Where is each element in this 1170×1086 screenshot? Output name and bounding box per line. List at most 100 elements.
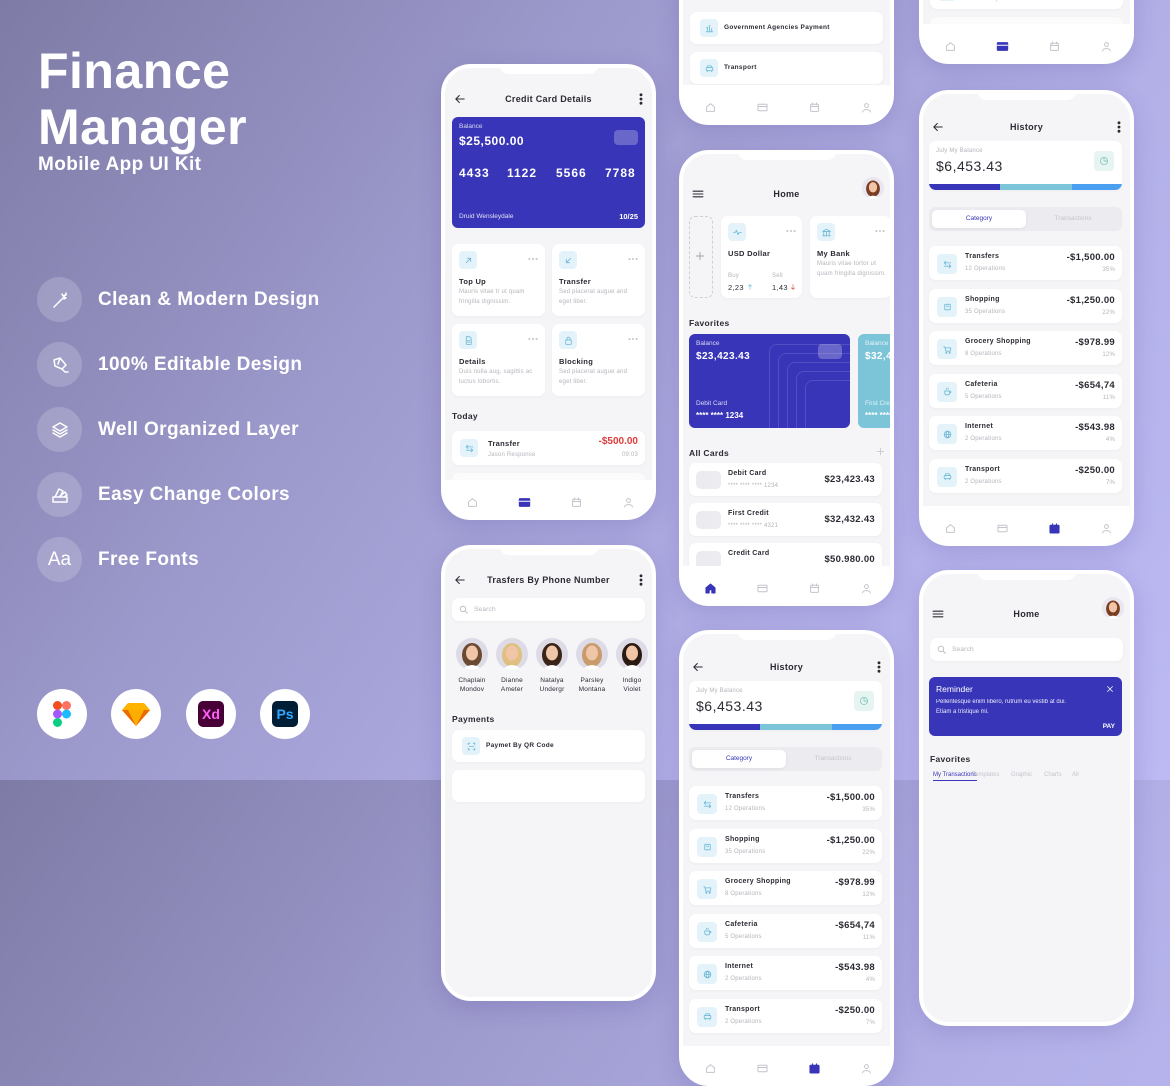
favorites-tab[interactable]: Templates: [972, 772, 999, 778]
category-row[interactable]: Transport 2 Operations -$250.00 7%: [689, 998, 882, 1033]
nav-cards-icon[interactable]: [756, 101, 769, 114]
payment-label: Transport: [724, 64, 757, 71]
tab-transactions[interactable]: Transactions: [1026, 210, 1120, 228]
favorite-card[interactable]: Balance $32,432.43 First Credit **** **** 4…: [858, 334, 890, 428]
transaction-row[interactable]: TransferJason Response-$500.0009:03: [930, 0, 1123, 9]
nav-home-icon[interactable]: [944, 40, 957, 53]
category-row[interactable]: Shopping 35 Operations -$1,250.00 22%: [689, 828, 882, 863]
avatar[interactable]: [456, 638, 488, 670]
more-horizontal-icon[interactable]: [527, 333, 539, 345]
nav-profile-icon[interactable]: [622, 496, 635, 509]
category-row[interactable]: Transfers 12 Operations -$1,500.00 35%: [689, 786, 882, 820]
nav-calendar-icon[interactable]: [1048, 40, 1061, 53]
nav-home-icon[interactable]: [704, 101, 717, 114]
payment-row[interactable]: Government Agencies Payment: [690, 12, 883, 44]
more-options-icon[interactable]: [634, 573, 648, 587]
avatar[interactable]: [1102, 597, 1124, 619]
category-row[interactable]: Transfers 12 Operations -$1,500.00 35%: [929, 246, 1122, 280]
card-row[interactable]: Debit Card **** **** **** 1234 $23,423.43: [689, 463, 882, 496]
contact-item[interactable]: Natalya Undergr: [532, 638, 572, 698]
category-row[interactable]: Internet 2 Operations -$543.98 4%: [689, 956, 882, 990]
avatar[interactable]: [576, 638, 608, 670]
nav-profile-icon[interactable]: [860, 101, 873, 114]
contact-item[interactable]: Indigo Violet: [612, 638, 652, 698]
close-icon[interactable]: [1105, 684, 1115, 694]
nav-calendar-icon[interactable]: [570, 496, 583, 509]
arrow-down-left-icon: [563, 255, 574, 266]
action-tile-blocking[interactable]: Blocking Sed placerat augue and eget libe…: [552, 324, 645, 396]
tab-transactions[interactable]: Transactions: [786, 750, 880, 768]
add-card-icon[interactable]: [875, 446, 886, 457]
more-horizontal-icon[interactable]: [627, 253, 639, 265]
bank-widget[interactable]: My Bank Mauris vitae tortor ut quam fring…: [810, 216, 890, 298]
nav-home-icon[interactable]: [466, 496, 479, 509]
category-row[interactable]: Cafeteria 5 Operations -$654,74 11%: [689, 913, 882, 948]
currency-widget[interactable]: USD Dollar Buy Sell 2,23 1,43: [721, 216, 802, 298]
nav-calendar-icon[interactable]: [808, 582, 821, 595]
action-tile-top-up[interactable]: Top Up Mauris vitae tr ut quam fringilla …: [452, 244, 545, 316]
more-options-icon[interactable]: [872, 660, 886, 674]
more-options-icon[interactable]: [1112, 120, 1126, 134]
nav-home-icon[interactable]: [704, 582, 717, 595]
category-row[interactable]: Grocery Shopping 8 Operations -$978.99 12%: [929, 331, 1122, 365]
avatar[interactable]: [862, 177, 884, 199]
action-title: Blocking: [559, 357, 594, 366]
nav-home-icon[interactable]: [944, 522, 957, 535]
avatar[interactable]: [536, 638, 568, 670]
payment-row[interactable]: Paymet By QR Code: [452, 730, 645, 762]
font-icon: Aa: [47, 548, 72, 570]
tab-bar: Category Transactions: [929, 207, 1122, 231]
nav-home-icon[interactable]: [704, 1062, 717, 1075]
category-row[interactable]: Transport 2 Operations -$250.00 7%: [929, 458, 1122, 493]
category-name: Shopping: [725, 835, 760, 843]
nav-cards-icon[interactable]: [756, 1062, 769, 1075]
plus-icon[interactable]: [694, 250, 706, 262]
nav-calendar-icon[interactable]: [808, 1062, 821, 1075]
nav-calendar-icon[interactable]: [808, 101, 821, 114]
more-horizontal-icon[interactable]: [527, 253, 539, 265]
card-row[interactable]: First Credit **** **** **** 4321 $32,432.4…: [689, 503, 882, 536]
nav-profile-icon[interactable]: [1100, 522, 1113, 535]
icon-box: [937, 466, 957, 487]
pie-chart-button[interactable]: [1094, 151, 1114, 171]
favorites-tab[interactable]: Charts: [1044, 772, 1062, 778]
nav-calendar-icon[interactable]: [1048, 522, 1061, 535]
nav-profile-icon[interactable]: [1100, 40, 1113, 53]
nav-cards-icon[interactable]: [996, 522, 1009, 535]
nav-profile-icon[interactable]: [860, 582, 873, 595]
pie-chart-button[interactable]: [854, 691, 874, 711]
nav-cards-icon[interactable]: [756, 582, 769, 595]
action-tile-transfer[interactable]: Transfer Sed placerat augue and eget libe…: [552, 244, 645, 316]
category-name: Transfers: [965, 253, 1000, 260]
credit-card[interactable]: Balance $25,500.00 4433 1122 5566 7788 Druid W…: [452, 117, 645, 228]
transaction-row[interactable]: TransferJason Response-$500.0009:03: [452, 431, 645, 465]
contact-item[interactable]: Parsley Montana: [572, 638, 612, 698]
payment-row[interactable]: Transport: [690, 52, 883, 84]
favorites-tab[interactable]: All: [1072, 772, 1079, 778]
contact-item[interactable]: Chaplain Mondov: [452, 638, 492, 698]
nav-cards-icon[interactable]: [518, 496, 531, 509]
action-tile-details[interactable]: Details Duis nulla aug, sagittis ac luctu…: [452, 324, 545, 396]
category-row[interactable]: Shopping 35 Operations -$1,250.00 22%: [929, 288, 1122, 323]
search-input[interactable]: Search: [930, 638, 1123, 661]
contact-item[interactable]: Dianne Ameter: [492, 638, 532, 698]
more-horizontal-icon[interactable]: [627, 333, 639, 345]
tab-category[interactable]: Category: [692, 750, 786, 768]
pie-chart-icon: [858, 695, 870, 707]
avatar[interactable]: [616, 638, 648, 670]
more-horizontal-icon[interactable]: [785, 225, 797, 237]
category-row[interactable]: Internet 2 Operations -$543.98 4%: [929, 416, 1122, 450]
pay-button[interactable]: PAY: [1103, 723, 1115, 730]
favorite-card[interactable]: Balance $23,423.43 Debit Card **** **** 123…: [689, 334, 850, 428]
more-options-icon[interactable]: [634, 92, 648, 106]
nav-cards-icon[interactable]: [996, 40, 1009, 53]
favorites-tab[interactable]: Graphic: [1011, 772, 1032, 778]
search-input[interactable]: Search: [452, 598, 645, 621]
more-horizontal-icon[interactable]: [874, 225, 886, 237]
tab-category[interactable]: Category: [932, 210, 1026, 228]
category-row[interactable]: Grocery Shopping 8 Operations -$978.99 12%: [689, 871, 882, 905]
nav-profile-icon[interactable]: [860, 1062, 873, 1075]
avatar[interactable]: [496, 638, 528, 670]
category-row[interactable]: Cafeteria 5 Operations -$654,74 11%: [929, 373, 1122, 408]
icon-box: [937, 339, 957, 359]
